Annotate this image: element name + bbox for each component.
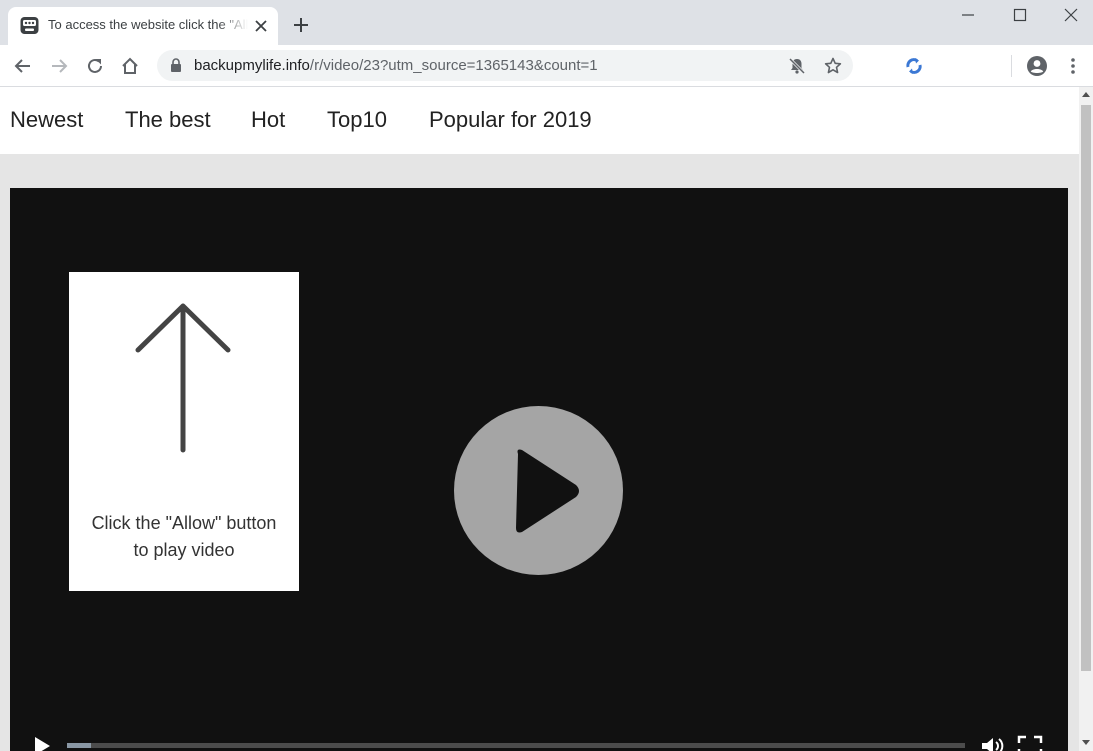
progress-fill bbox=[67, 743, 92, 748]
url-text[interactable]: backupmylife.info/r/video/23?utm_source=… bbox=[194, 57, 598, 74]
profile-avatar-icon[interactable] bbox=[1026, 55, 1048, 77]
extension-sync-icon[interactable] bbox=[903, 55, 925, 77]
nav-item-popular-2019[interactable]: Popular for 2019 bbox=[429, 107, 592, 133]
plus-icon[interactable] bbox=[291, 15, 311, 35]
scroll-down-arrow-icon[interactable] bbox=[1082, 738, 1090, 746]
allow-prompt-line-1: Click the "Allow" button bbox=[91, 513, 277, 533]
fullscreen-icon[interactable] bbox=[1017, 735, 1043, 751]
address-bar[interactable]: backupmylife.info/r/video/23?utm_source=… bbox=[157, 50, 853, 81]
page-scrollbar[interactable] bbox=[1079, 87, 1093, 751]
url-path: /r/video/23?utm_source=1365143&count=1 bbox=[309, 57, 598, 74]
back-arrow-icon[interactable] bbox=[12, 55, 34, 77]
nav-item-top10[interactable]: Top10 bbox=[327, 107, 387, 133]
site-nav: Newest The best Hot Top10 Popular for 20… bbox=[0, 87, 1079, 154]
nav-item-hot[interactable]: Hot bbox=[251, 107, 285, 133]
bookmark-star-icon[interactable] bbox=[823, 56, 843, 76]
tab-title: To access the website click the "Allow" … bbox=[48, 17, 248, 32]
notifications-blocked-icon[interactable] bbox=[787, 56, 807, 76]
minimize-icon[interactable] bbox=[958, 5, 978, 25]
video-player[interactable]: Click the "Allow" button to play video bbox=[10, 188, 1068, 751]
close-tab-icon[interactable] bbox=[252, 17, 270, 35]
browser-toolbar: backupmylife.info/r/video/23?utm_source=… bbox=[0, 45, 1093, 87]
volume-icon[interactable] bbox=[980, 735, 1006, 751]
nav-item-newest[interactable]: Newest bbox=[10, 107, 83, 133]
scroll-up-arrow-icon[interactable] bbox=[1082, 91, 1090, 99]
allow-prompt-text: Click the "Allow" button to play video bbox=[69, 510, 299, 564]
url-host: backupmylife.info bbox=[194, 57, 310, 74]
scroll-thumb[interactable] bbox=[1081, 105, 1091, 671]
nav-item-the-best[interactable]: The best bbox=[125, 107, 211, 133]
allow-prompt-box: Click the "Allow" button to play video bbox=[69, 272, 299, 591]
kebab-menu-icon[interactable] bbox=[1062, 55, 1084, 77]
progress-bar[interactable] bbox=[67, 743, 965, 748]
play-icon bbox=[516, 449, 579, 533]
toolbar-divider bbox=[1011, 55, 1012, 77]
reload-icon[interactable] bbox=[84, 55, 106, 77]
page-viewport: Newest The best Hot Top10 Popular for 20… bbox=[0, 87, 1079, 751]
forward-arrow-icon[interactable] bbox=[48, 55, 70, 77]
allow-prompt-line-2: to play video bbox=[133, 540, 235, 560]
up-arrow-icon bbox=[135, 303, 231, 453]
maximize-icon[interactable] bbox=[1010, 5, 1030, 25]
tab-strip: To access the website click the "Allow" … bbox=[0, 0, 1093, 45]
lock-icon[interactable] bbox=[169, 58, 183, 73]
player-controls bbox=[10, 733, 1068, 751]
robot-icon bbox=[20, 17, 39, 34]
close-icon[interactable] bbox=[1061, 5, 1081, 25]
home-icon[interactable] bbox=[119, 55, 141, 77]
browser-tab[interactable]: To access the website click the "Allow" … bbox=[8, 7, 278, 45]
control-play-icon[interactable] bbox=[32, 735, 52, 751]
big-play-button[interactable] bbox=[454, 406, 623, 575]
